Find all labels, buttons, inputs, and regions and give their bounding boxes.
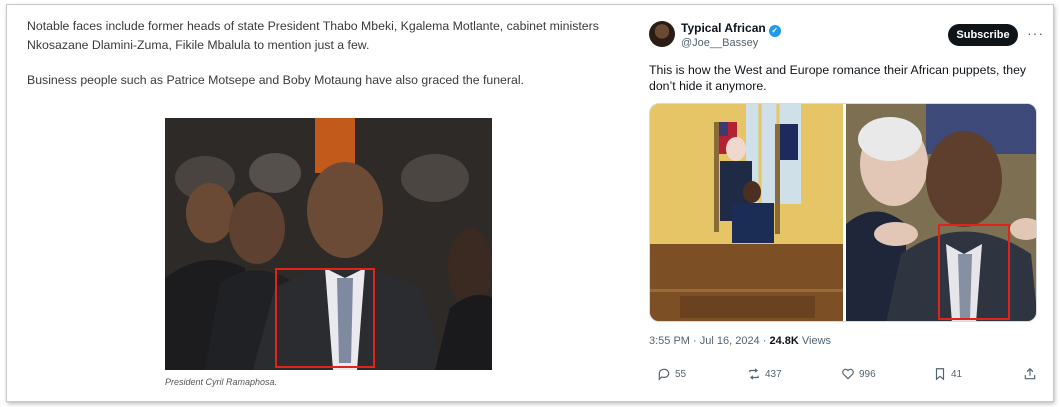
- avatar[interactable]: [649, 21, 675, 47]
- article-paragraph-1: Notable faces include former heads of st…: [27, 19, 599, 52]
- verified-badge-icon: ✓: [768, 25, 781, 37]
- tweet-media-grid: [649, 103, 1037, 322]
- like-button[interactable]: 996: [841, 367, 876, 381]
- bookmark-button[interactable]: 41: [933, 367, 962, 381]
- photo-caption: President Cyril Ramaphosa.: [165, 377, 278, 387]
- biden-ramaphosa-photo[interactable]: [846, 104, 1036, 321]
- oval-office-illustration: [650, 104, 843, 321]
- ramaphosa-funeral-photo: [165, 118, 492, 370]
- reply-button[interactable]: 55: [657, 367, 686, 381]
- tweet-actions: 55 437 996 41: [649, 367, 1037, 387]
- repost-button[interactable]: 437: [747, 367, 782, 381]
- share-button[interactable]: [1023, 367, 1037, 381]
- tweet-text: This is how the West and Europe romance …: [649, 63, 1027, 93]
- user-handle[interactable]: @Joe__Bassey: [681, 37, 758, 49]
- views-label: Views: [798, 335, 832, 347]
- more-options-icon[interactable]: ···: [1027, 25, 1044, 41]
- article-paragraph-2: Business people such as Patrice Motsepe …: [27, 73, 524, 87]
- timestamp[interactable]: 3:55 PM · Jul 16, 2024 ·: [649, 335, 769, 347]
- article-section: Notable faces include former heads of st…: [27, 17, 627, 90]
- screenshot-frame: Notable faces include former heads of st…: [6, 4, 1054, 402]
- subscribe-button[interactable]: Subscribe: [948, 24, 1018, 46]
- reply-icon: [658, 368, 670, 381]
- display-name[interactable]: Typical African ✓: [681, 21, 781, 37]
- like-count: 996: [859, 368, 876, 380]
- heart-icon: [842, 368, 854, 380]
- oval-office-photo[interactable]: [650, 104, 843, 321]
- share-icon: [1024, 367, 1036, 380]
- views-count: 24.8K: [769, 335, 799, 347]
- lapel-pin-highlight-box: [938, 224, 1010, 320]
- repost-count: 437: [765, 368, 782, 380]
- reply-count: 55: [675, 368, 687, 380]
- bookmark-icon: [935, 368, 945, 381]
- tweet-metadata: 3:55 PM · Jul 16, 2024 · 24.8K Views: [649, 335, 831, 347]
- display-name-text: Typical African: [681, 21, 766, 35]
- repost-icon: [749, 368, 759, 380]
- lapel-pin-highlight-box: [275, 268, 375, 368]
- bookmark-count: 41: [951, 368, 963, 380]
